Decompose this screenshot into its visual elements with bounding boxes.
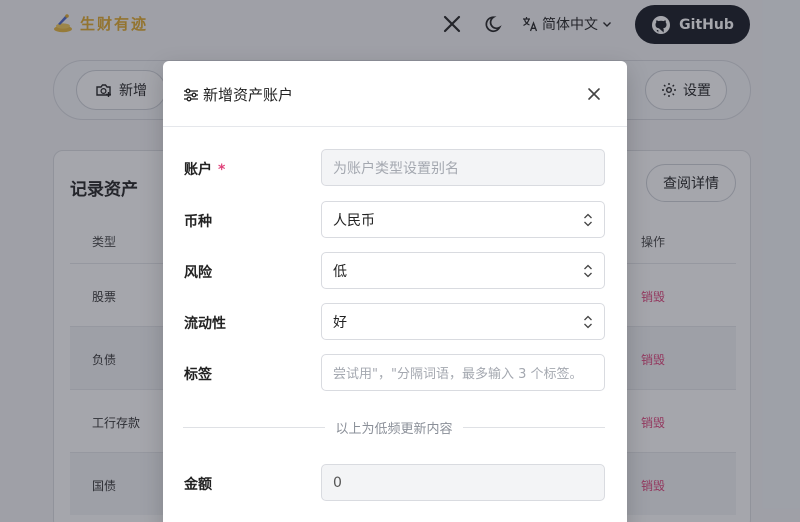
account-label-text: 账户	[184, 162, 212, 178]
sliders-icon	[184, 88, 198, 101]
section-divider: 以上为低频更新内容	[183, 417, 605, 437]
select-arrows-icon	[584, 213, 592, 227]
required-mark: *	[218, 162, 226, 178]
select-arrows-icon	[584, 264, 592, 278]
liquidity-select[interactable]: 好	[321, 303, 605, 340]
select-arrows-icon	[584, 315, 592, 329]
account-label: 账户 *	[184, 159, 225, 179]
close-icon[interactable]	[585, 85, 603, 103]
risk-label: 风险	[184, 265, 212, 281]
account-alias-placeholder: 为账户类型设置别名	[333, 160, 459, 177]
liquidity-label: 流动性	[184, 316, 226, 332]
risk-value: 低	[333, 263, 347, 280]
account-alias-input[interactable]: 为账户类型设置别名	[321, 149, 605, 186]
tags-label: 标签	[184, 367, 212, 383]
divider-text-wrap: 以上为低频更新内容	[183, 418, 605, 437]
amount-label: 金额	[184, 477, 212, 493]
divider-text: 以上为低频更新内容	[325, 422, 463, 437]
add-asset-account-dialog: 新增资产账户 账户 * 为账户类型设置别名 币种 人民币 风险 低 流动性 好 标…	[163, 61, 627, 522]
amount-input[interactable]: 0	[321, 464, 605, 501]
dialog-header: 新增资产账户	[163, 61, 627, 127]
liquidity-value: 好	[333, 314, 347, 331]
currency-select[interactable]: 人民币	[321, 201, 605, 238]
dialog-title-text: 新增资产账户	[203, 86, 294, 104]
amount-value: 0	[333, 474, 342, 491]
currency-value: 人民币	[333, 212, 375, 229]
tags-placeholder: 尝试用"，"分隔词语，最多输入 3 个标签。	[333, 367, 583, 382]
currency-label: 币种	[184, 214, 212, 230]
risk-select[interactable]: 低	[321, 252, 605, 289]
dialog-title: 新增资产账户	[183, 84, 293, 105]
tags-input[interactable]: 尝试用"，"分隔词语，最多输入 3 个标签。	[321, 354, 605, 391]
